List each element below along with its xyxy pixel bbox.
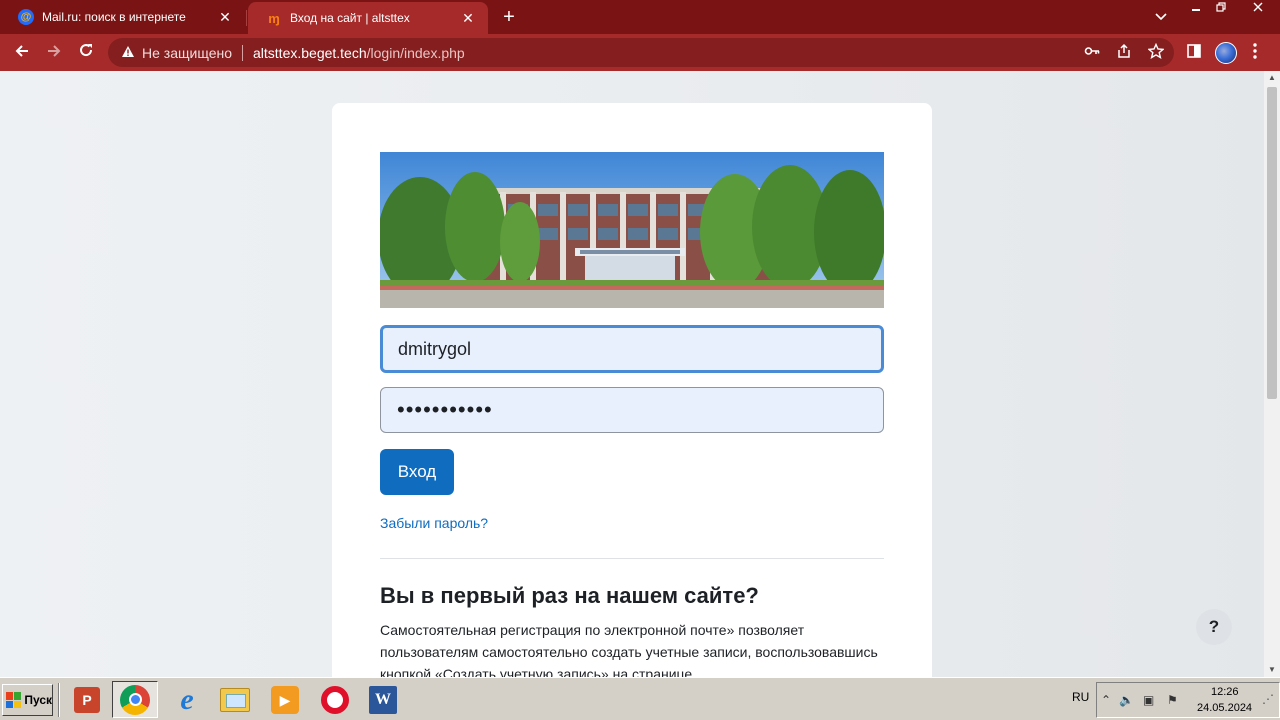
taskbar-chrome[interactable] [112,681,158,718]
password-field[interactable]: ••••••••••• [380,387,884,433]
taskbar-powerpoint[interactable]: P [64,681,110,718]
chrome-icon [120,684,150,715]
window-close-button[interactable] [1236,0,1280,18]
system-tray: ⌃ 🔈 ▣ ⚑ 12:26 24.05.2024 ⋰ [1096,682,1280,718]
close-icon[interactable]: ✕ [460,10,476,26]
network-icon[interactable]: ▣ [1143,693,1154,707]
scrollbar-thumb[interactable] [1267,87,1277,399]
tab-mailru[interactable]: @ Mail.ru: поиск в интернете ✕ [0,0,245,34]
first-time-description: Самостоятельная регистрация по электронн… [380,622,878,677]
login-card: dmitrygol ••••••••••• Вход Забыли пароль… [332,103,932,677]
address-bar[interactable]: Не защищено altsttex.beget.tech/login/in… [108,38,1174,67]
reload-button[interactable] [73,40,99,66]
tab-title: Mail.ru: поиск в интернете [42,10,186,24]
resize-grip-icon: ⋰ [1262,692,1274,706]
forgot-password-link[interactable]: Забыли пароль? [380,515,488,531]
internet-explorer-icon: e [180,682,194,716]
divider [242,44,243,61]
chevron-down-icon [1155,13,1167,21]
clock-time[interactable]: 12:26 [1211,686,1239,698]
back-button[interactable] [9,40,35,66]
reload-icon [80,44,93,57]
browser-menu-button[interactable] [1245,43,1265,63]
tab-separator [246,10,247,26]
login-button[interactable]: Вход [380,449,454,495]
address-bar-actions [1082,42,1166,63]
help-button[interactable]: ? [1196,609,1232,645]
profile-avatar[interactable] [1215,42,1237,64]
url-path: /login/index.php [366,44,465,61]
restore-button[interactable] [1208,0,1234,18]
scroll-up-arrow-icon[interactable]: ▲ [1264,71,1280,85]
language-indicator[interactable]: RU [1072,690,1089,704]
start-label: Пуск [24,693,52,707]
action-center-icon[interactable]: ⚑ [1167,693,1178,707]
first-time-heading: Вы в первый раз на нашем сайте? [380,583,759,608]
divider [380,558,884,559]
taskbar-explorer[interactable] [212,681,258,718]
volume-icon[interactable]: 🔈 [1119,693,1134,707]
tab-login[interactable]: ɱ Вход на сайт | altsttex ✕ [248,2,488,34]
close-icon[interactable]: ✕ [217,9,233,25]
browser-toolbar: Не защищено altsttex.beget.tech/login/in… [0,34,1280,71]
clock-date[interactable]: 24.05.2024 [1197,702,1252,714]
new-tab-button[interactable]: + [498,6,520,28]
more-vert-icon [1253,43,1257,59]
bookmark-star-icon[interactable] [1146,42,1166,63]
share-icon[interactable] [1114,43,1134,63]
minimize-button[interactable] [1183,0,1209,18]
media-player-icon: ▶ [271,685,299,714]
scroll-down-arrow-icon[interactable]: ▼ [1264,663,1280,677]
page-viewport: dmitrygol ••••••••••• Вход Забыли пароль… [0,71,1264,677]
moodle-icon: ɱ [268,10,280,26]
mailru-icon: @ [18,9,34,25]
opera-icon [321,685,349,714]
minimize-icon [1192,9,1200,11]
url-host: altsttex.beget.tech [253,44,367,61]
windows-logo-icon [6,692,22,708]
tab-strip: @ Mail.ru: поиск в интернете ✕ ɱ Вход на… [0,0,1280,34]
username-field[interactable]: dmitrygol [380,325,884,373]
taskbar-media-player[interactable]: ▶ [262,681,308,718]
chevron-up-icon[interactable]: ⌃ [1101,693,1111,707]
word-icon: W [369,685,397,714]
side-panel-button[interactable] [1184,43,1204,63]
tab-search-button[interactable] [1150,7,1172,27]
warning-icon [120,45,136,61]
forward-button[interactable] [41,40,67,66]
tab-title: Вход на сайт | altsttex [290,11,410,25]
arrow-left-icon [15,45,28,57]
page-scrollbar[interactable]: ▲ ▼ [1264,71,1280,677]
taskbar-internet-explorer[interactable]: e [164,681,210,718]
start-button[interactable]: Пуск [2,684,53,716]
windows-taskbar: Пуск P e ▶ W RU ⌃ 🔈 ▣ ⚑ 12:26 24.05.2024… [0,677,1280,720]
key-icon[interactable] [1082,43,1102,63]
taskbar-separator [58,683,60,717]
explorer-folder-icon [220,687,250,712]
college-building-image [380,152,884,308]
restore-icon [1216,2,1226,12]
close-icon [1253,2,1263,12]
taskbar-word[interactable]: W [360,681,406,718]
arrow-right-icon [48,45,61,57]
powerpoint-icon: P [74,686,100,713]
taskbar-opera[interactable] [312,681,358,718]
side-panel-icon [1187,44,1201,58]
security-status[interactable]: Не защищено [142,45,232,61]
